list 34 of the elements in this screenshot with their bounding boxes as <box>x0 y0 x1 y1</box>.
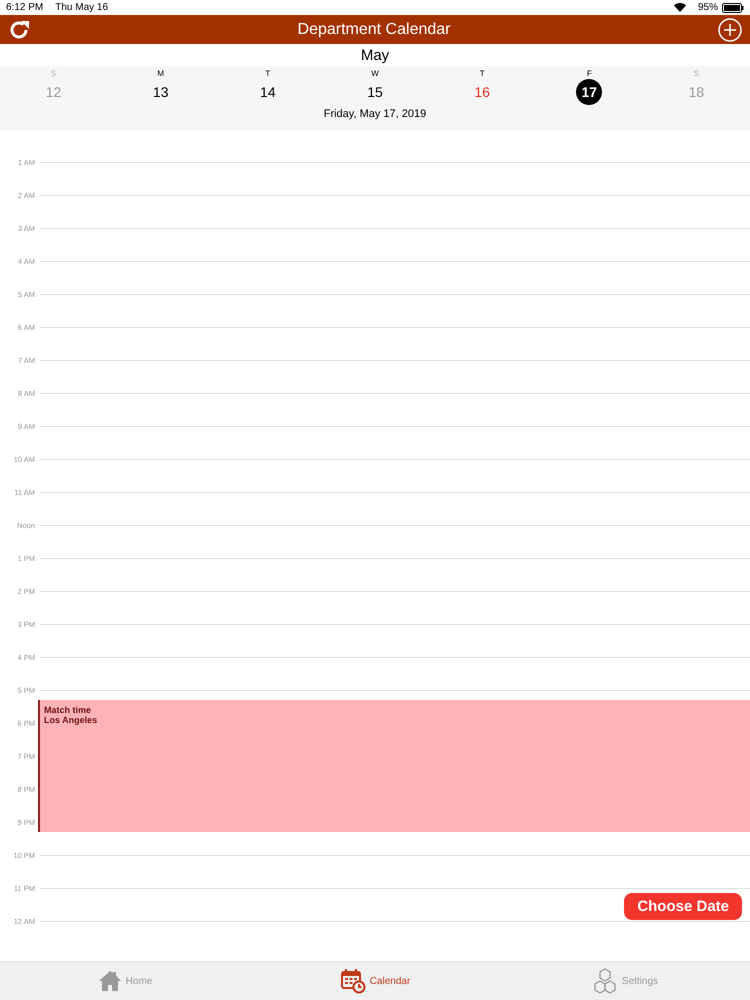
day-number[interactable]: 15 <box>362 79 388 105</box>
day-number[interactable]: 12 <box>40 79 67 105</box>
battery-percent: 95% <box>698 2 718 13</box>
tab-item[interactable]: Calendar <box>250 962 500 1000</box>
weekday-label: T <box>480 69 485 79</box>
cubes-icon <box>592 968 618 994</box>
event-location: Los Angeles <box>44 715 98 725</box>
status-date: Thu May 16 <box>55 2 108 13</box>
weekday-label: W <box>371 69 379 79</box>
weekday-label: T <box>265 69 270 79</box>
event-title: Match time <box>44 705 92 715</box>
refresh-icon[interactable] <box>8 18 30 40</box>
header-title: Department Calendar <box>298 20 450 38</box>
weekday-label: F <box>586 69 592 79</box>
day-number[interactable]: 16 <box>469 79 496 105</box>
calendar-clock-icon <box>340 968 366 994</box>
add-icon[interactable] <box>718 18 742 42</box>
wifi-icon <box>674 3 686 12</box>
day-number[interactable]: 13 <box>148 79 174 105</box>
battery-icon <box>722 2 744 12</box>
tab-item[interactable]: Settings <box>500 962 750 1000</box>
weekday-label: S <box>694 69 700 79</box>
choose-date-button[interactable]: Choose Date <box>624 893 742 920</box>
event-block[interactable]: Match time Los Angeles <box>38 700 750 832</box>
status-time: 6:12 PM <box>6 2 44 13</box>
selected-date: Friday, May 17, 2019 <box>324 108 426 120</box>
weekday-label: M <box>157 69 164 79</box>
day-number[interactable]: 17 <box>576 79 602 105</box>
month-title: May <box>360 46 390 64</box>
day-number[interactable]: 14 <box>254 79 281 105</box>
weekday-label: S <box>50 69 56 79</box>
tab-item[interactable]: Home <box>0 962 250 1000</box>
day-number[interactable]: 18 <box>683 79 710 105</box>
house-icon <box>98 970 122 992</box>
